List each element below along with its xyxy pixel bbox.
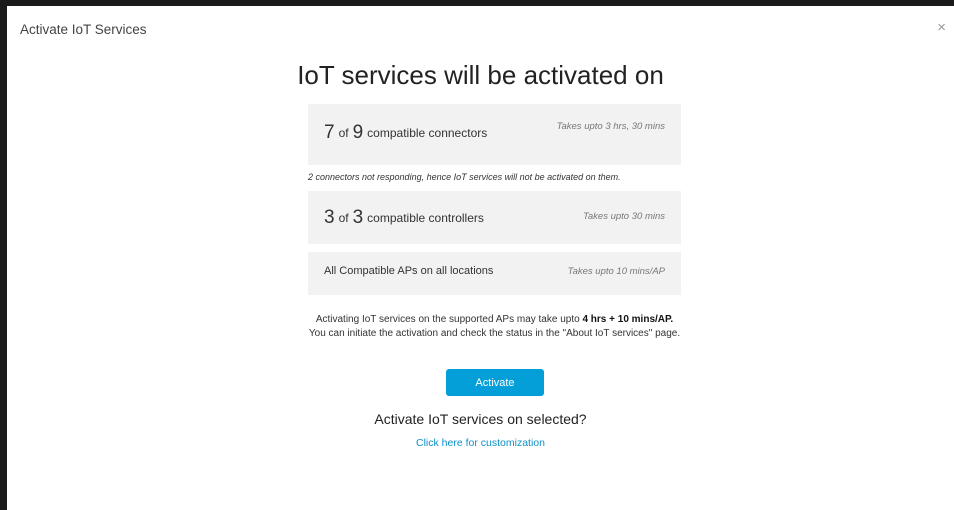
page-heading: IoT services will be activated on [297, 60, 664, 90]
modal-title: Activate IoT Services [20, 22, 147, 37]
controllers-total-count: 3 [352, 207, 364, 228]
connectors-label: compatible connectors [367, 126, 488, 140]
close-icon[interactable]: × [937, 20, 946, 35]
controllers-of: of [338, 211, 349, 225]
aps-card: All Compatible APs on all locations Take… [308, 252, 681, 295]
activation-info: Activating IoT services on the supported… [308, 313, 681, 341]
selection-question: Activate IoT services on selected? [374, 411, 587, 427]
activate-button[interactable]: Activate [446, 369, 544, 396]
connectors-total-count: 9 [352, 122, 364, 143]
controllers-count: 3 of 3 compatible controllers [324, 207, 484, 229]
info-prefix: Activating IoT services on the supported… [315, 314, 583, 325]
connectors-card: 7 of 9 compatible connectors Takes upto 3 h… [308, 104, 681, 165]
modal-dialog: Activate IoT Services × IoT services wil… [0, 0, 954, 510]
controllers-active-count: 3 [324, 207, 335, 228]
controllers-time: Takes upto 30 mins [582, 211, 665, 222]
connectors-active-count: 7 [324, 122, 335, 143]
info-suffix: You can initiate the activation and chec… [308, 328, 681, 339]
controllers-label: compatible controllers [367, 211, 484, 225]
connectors-of: of [338, 126, 349, 140]
connectors-count: 7 of 9 compatible connectors [324, 122, 487, 144]
connectors-time: Takes upto 3 hrs, 30 mins [556, 121, 665, 132]
customization-link[interactable]: Click here for customization [7, 437, 954, 449]
connectors-warning-note: 2 connectors not responding, hence IoT s… [308, 172, 621, 182]
info-duration: 4 hrs + 10 mins/AP. [582, 314, 674, 325]
aps-time: Takes upto 10 mins/AP [567, 266, 665, 277]
aps-label: All Compatible APs on all locations [324, 265, 494, 277]
controllers-card: 3 of 3 compatible controllers Takes upto 30… [308, 191, 681, 244]
